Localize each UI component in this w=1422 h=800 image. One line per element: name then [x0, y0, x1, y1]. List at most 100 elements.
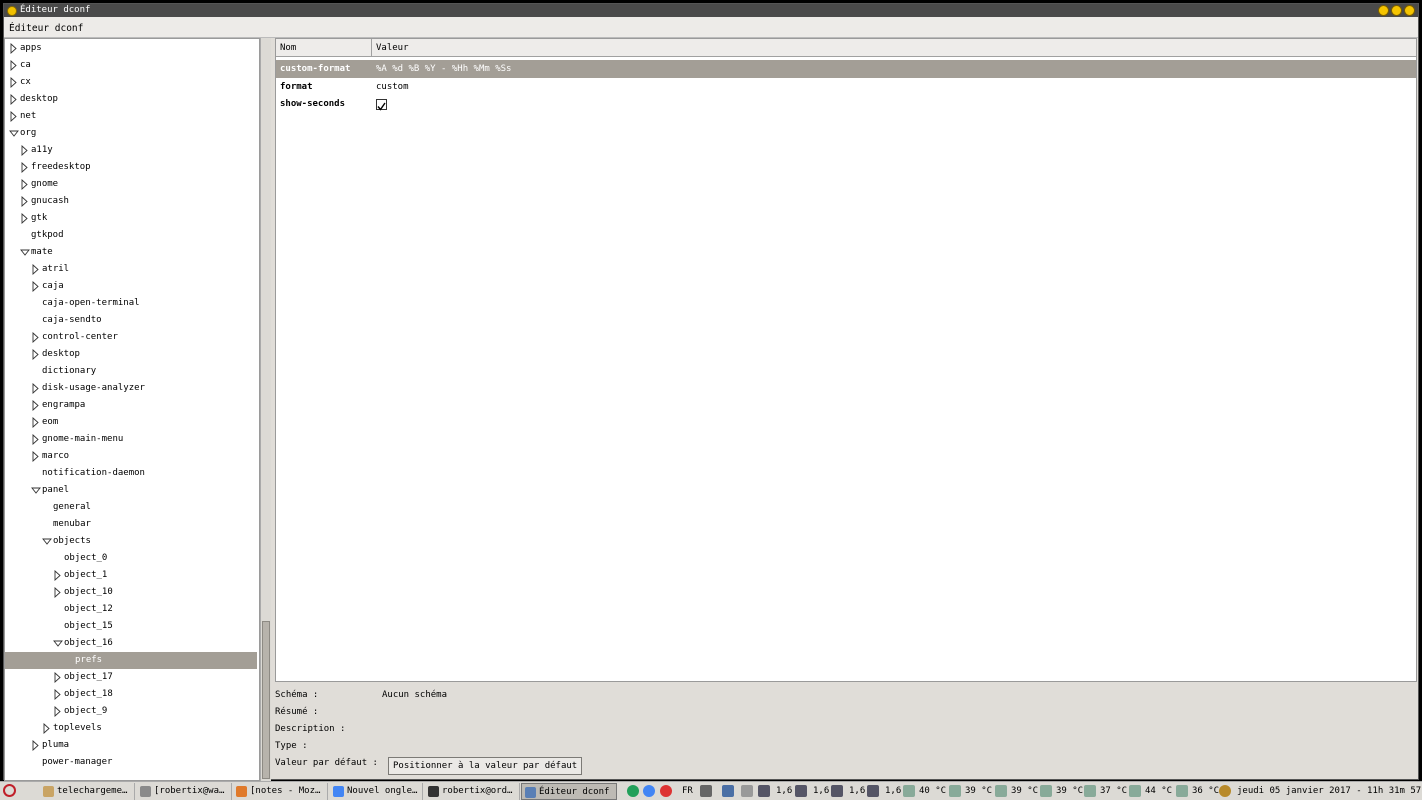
collapse-arrow-icon[interactable]: [20, 247, 30, 258]
collapse-arrow-icon[interactable]: [53, 638, 63, 649]
expand-arrow-icon[interactable]: [31, 349, 41, 360]
expand-arrow-icon[interactable]: [31, 264, 41, 275]
expand-arrow-icon[interactable]: [9, 77, 19, 88]
tree-row[interactable]: object_18: [5, 686, 257, 703]
tree-row[interactable]: gnome-main-menu: [5, 431, 257, 448]
mate-menu-icon[interactable]: [3, 784, 16, 797]
tree-scrollbar[interactable]: [260, 38, 271, 781]
tree-row[interactable]: mate: [5, 244, 257, 261]
expand-arrow-icon[interactable]: [31, 451, 41, 462]
status-icon[interactable]: [627, 785, 639, 797]
tree-row[interactable]: engrampa: [5, 397, 257, 414]
search-tool-icon[interactable]: [722, 785, 734, 797]
expand-arrow-icon[interactable]: [53, 587, 63, 598]
app-menu[interactable]: Éditeur dconf: [9, 23, 83, 34]
cpu-frequency-icon[interactable]: [867, 785, 879, 797]
tree-row[interactable]: menubar: [5, 516, 257, 533]
tree-row[interactable]: objects: [5, 533, 257, 550]
tree-row[interactable]: dictionary: [5, 363, 257, 380]
tree-row[interactable]: object_9: [5, 703, 257, 720]
expand-arrow-icon[interactable]: [31, 332, 41, 343]
tree-row[interactable]: disk-usage-analyzer: [5, 380, 257, 397]
tree-row[interactable]: object_15: [5, 618, 257, 635]
cpu-frequency-icon[interactable]: [795, 785, 807, 797]
tree-row[interactable]: gtkpod: [5, 227, 257, 244]
show-seconds-checkbox[interactable]: [376, 99, 387, 111]
taskbar-button[interactable]: Nouvel ongle…: [330, 783, 423, 800]
temperature-sensor-icon[interactable]: [1040, 785, 1052, 797]
taskbar-button[interactable]: Éditeur dconf: [521, 783, 617, 800]
tree-row[interactable]: control-center: [5, 329, 257, 346]
tree-row[interactable]: atril: [5, 261, 257, 278]
tree-row[interactable]: toplevels: [5, 720, 257, 737]
tree-row[interactable]: general: [5, 499, 257, 516]
temperature-sensor-icon[interactable]: [1129, 785, 1141, 797]
temperature-sensor-icon[interactable]: [995, 785, 1007, 797]
schema-tree[interactable]: apps ca cx desktop net org a11y freedesktop gnom…: [4, 38, 260, 781]
tree-row[interactable]: marco: [5, 448, 257, 465]
tree-row[interactable]: freedesktop: [5, 159, 257, 176]
tree-row[interactable]: desktop: [5, 346, 257, 363]
title-bar[interactable]: Éditeur dconf: [4, 4, 1418, 17]
expand-arrow-icon[interactable]: [53, 570, 63, 581]
close-button[interactable]: [1404, 5, 1415, 16]
tree-row[interactable]: object_17: [5, 669, 257, 686]
key-row[interactable]: show-seconds: [276, 95, 1416, 113]
collapse-arrow-icon[interactable]: [9, 128, 19, 139]
tree-row[interactable]: power-manager: [5, 754, 257, 771]
tree-row[interactable]: object_12: [5, 601, 257, 618]
tree-row[interactable]: object_16: [5, 635, 257, 652]
temperature-sensor-icon[interactable]: [1176, 785, 1188, 797]
volume-icon[interactable]: [700, 785, 712, 797]
expand-arrow-icon[interactable]: [20, 196, 30, 207]
taskbar-button[interactable]: telechargeme…: [40, 783, 135, 800]
expand-arrow-icon[interactable]: [9, 94, 19, 105]
expand-arrow-icon[interactable]: [9, 43, 19, 54]
tree-row[interactable]: eom: [5, 414, 257, 431]
tree-row[interactable]: a11y: [5, 142, 257, 159]
key-value[interactable]: custom: [376, 78, 409, 96]
search-icon[interactable]: [1219, 785, 1231, 797]
tree-row[interactable]: gnucash: [5, 193, 257, 210]
tree-row[interactable]: net: [5, 108, 257, 125]
tree-row[interactable]: caja: [5, 278, 257, 295]
tree-row[interactable]: cx: [5, 74, 257, 91]
expand-arrow-icon[interactable]: [31, 281, 41, 292]
tree-row[interactable]: org: [5, 125, 257, 142]
key-row[interactable]: format custom: [276, 78, 1416, 96]
tree-row[interactable]: object_1: [5, 567, 257, 584]
expand-arrow-icon[interactable]: [31, 400, 41, 411]
expand-arrow-icon[interactable]: [9, 60, 19, 71]
tree-row[interactable]: prefs: [5, 652, 257, 669]
expand-arrow-icon[interactable]: [53, 689, 63, 700]
tree-row[interactable]: desktop: [5, 91, 257, 108]
tree-row[interactable]: object_0: [5, 550, 257, 567]
tree-row[interactable]: caja-sendto: [5, 312, 257, 329]
expand-arrow-icon[interactable]: [9, 111, 19, 122]
tree-row[interactable]: caja-open-terminal: [5, 295, 257, 312]
tree-row[interactable]: notification-daemon: [5, 465, 257, 482]
expand-arrow-icon[interactable]: [53, 706, 63, 717]
expand-arrow-icon[interactable]: [31, 383, 41, 394]
expand-arrow-icon[interactable]: [20, 145, 30, 156]
scrollbar-thumb[interactable]: [262, 621, 270, 779]
tree-row[interactable]: panel: [5, 482, 257, 499]
expand-arrow-icon[interactable]: [20, 179, 30, 190]
taskbar-button[interactable]: [robertix@wa…: [137, 783, 232, 800]
reset-default-button[interactable]: Positionner à la valeur par défaut: [388, 757, 583, 775]
expand-arrow-icon[interactable]: [31, 434, 41, 445]
alarm-clock-icon[interactable]: [660, 785, 672, 797]
expand-arrow-icon[interactable]: [42, 723, 52, 734]
taskbar-button[interactable]: [notes - Moz…: [233, 783, 328, 800]
taskbar-button[interactable]: robertix@ord…: [425, 783, 520, 800]
tree-row[interactable]: apps: [5, 40, 257, 57]
key-value[interactable]: %A %d %B %Y - %Hh %Mm %Ss: [376, 60, 511, 78]
temperature-sensor-icon[interactable]: [949, 785, 961, 797]
tree-row[interactable]: pluma: [5, 737, 257, 754]
expand-arrow-icon[interactable]: [20, 213, 30, 224]
printer-icon[interactable]: [741, 785, 753, 797]
expand-arrow-icon[interactable]: [20, 162, 30, 173]
collapse-arrow-icon[interactable]: [31, 485, 41, 496]
key-row[interactable]: custom-format %A %d %B %Y - %Hh %Mm %Ss: [276, 60, 1416, 78]
temperature-sensor-icon[interactable]: [1084, 785, 1096, 797]
